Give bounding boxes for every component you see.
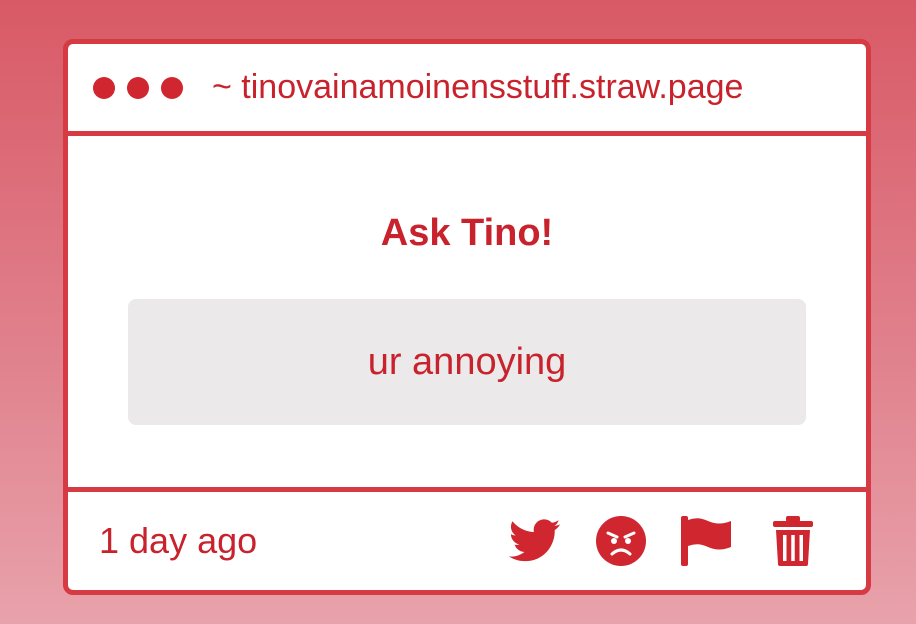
angry-face-icon: [596, 516, 646, 566]
window-controls: [93, 76, 195, 99]
window-dot-icon[interactable]: [93, 76, 115, 99]
share-twitter-button[interactable]: [508, 514, 562, 568]
page-url[interactable]: ~ tinovainamoinensstuff.straw.page: [212, 68, 743, 107]
message-text: ur annoying: [367, 340, 567, 383]
trash-icon: [773, 516, 813, 566]
ask-card: ~ tinovainamoinensstuff.straw.page Ask T…: [63, 39, 871, 595]
window-dot-icon[interactable]: [161, 76, 183, 99]
timestamp: 1 day ago: [99, 520, 258, 561]
main-content: Ask Tino! ur annoying: [68, 136, 866, 487]
page-title: Ask Tino!: [380, 212, 554, 254]
window-dot-icon[interactable]: [127, 76, 149, 99]
report-flag-button[interactable]: [680, 514, 734, 568]
window-titlebar: ~ tinovainamoinensstuff.straw.page: [68, 44, 866, 136]
card-footer: 1 day ago: [68, 487, 866, 590]
delete-button[interactable]: [766, 514, 820, 568]
message-box: ur annoying: [128, 299, 806, 425]
action-bar: [508, 514, 820, 568]
react-angry-button[interactable]: [594, 514, 648, 568]
twitter-icon: [509, 519, 561, 562]
flag-icon: [681, 516, 731, 566]
